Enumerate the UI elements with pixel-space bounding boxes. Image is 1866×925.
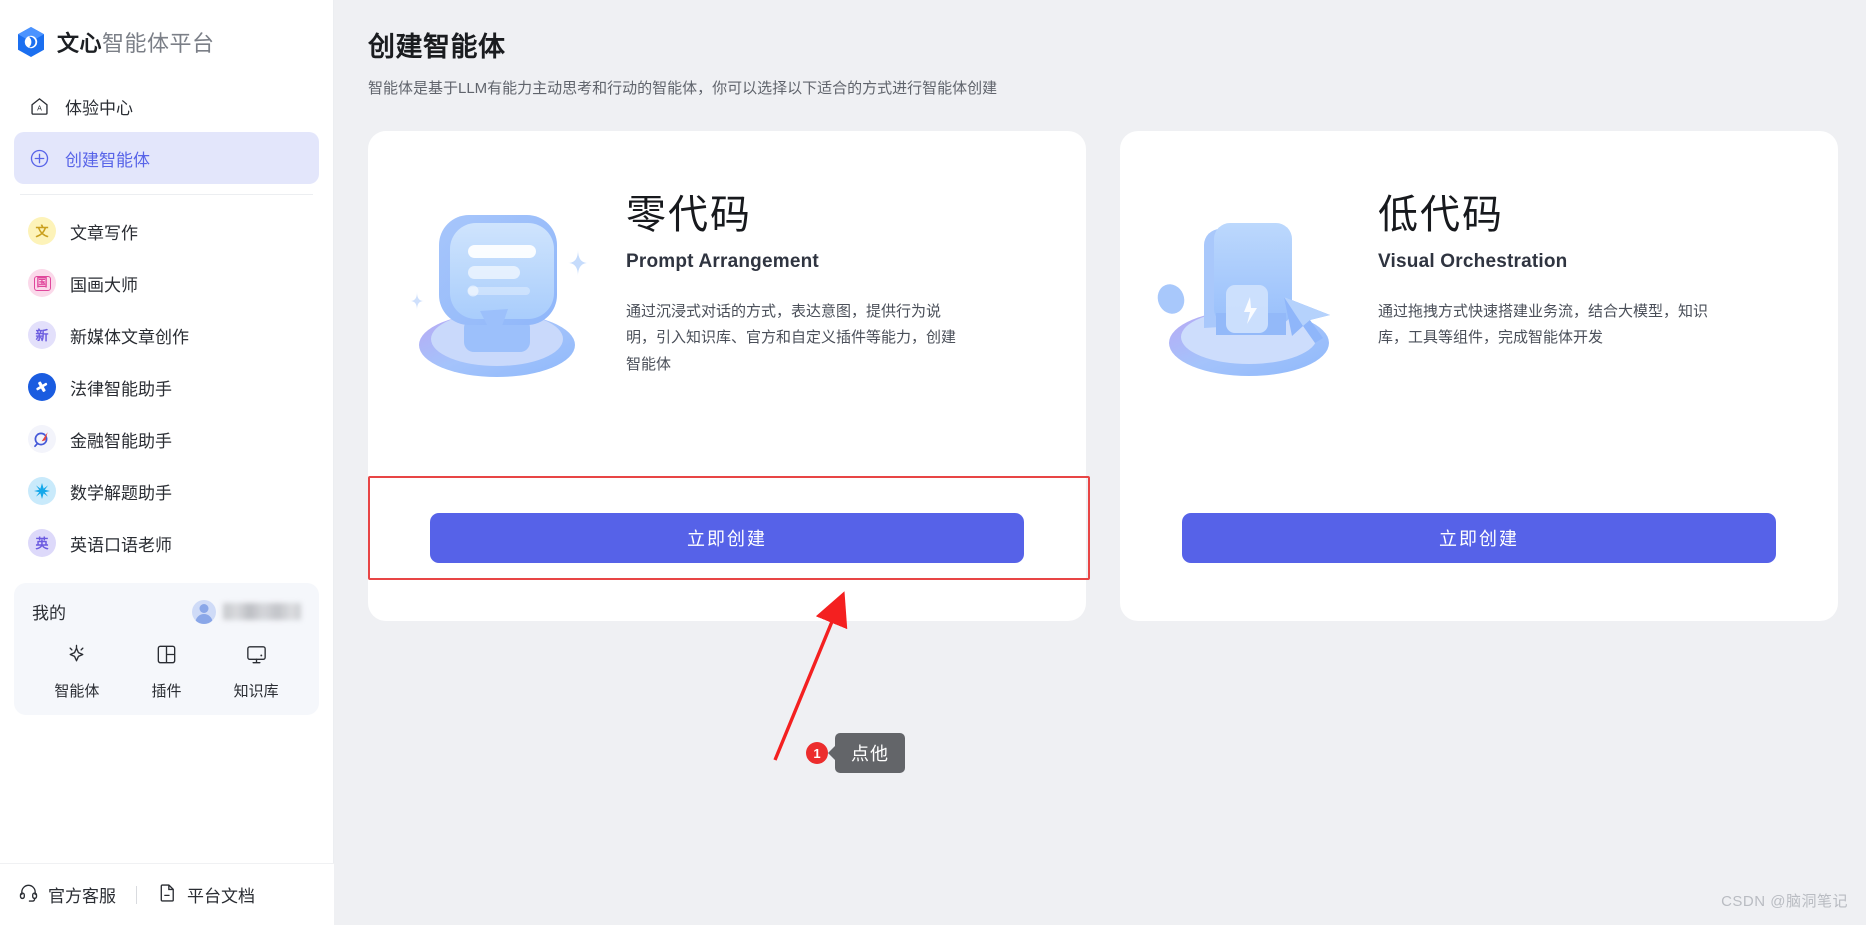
list-item-label: 新媒体文章创作 — [70, 327, 189, 347]
watermark: CSDN @脑洞笔记 — [1721, 893, 1848, 910]
brand-title-light: 智能体平台 — [102, 31, 215, 56]
brand[interactable]: 文心智能体平台 — [0, 0, 333, 66]
sidebar-item-experience-center[interactable]: A 体验中心 — [14, 80, 319, 132]
list-item-label: 金融智能助手 — [70, 431, 172, 451]
page-subtitle: 智能体是基于LLM有能力主动思考和行动的智能体，你可以选择以下适合的方式进行智能… — [368, 80, 998, 97]
tile-knowledge-base[interactable]: 知识库 — [211, 642, 301, 701]
list-item-label: 文章写作 — [70, 223, 138, 243]
list-item-label: 国画大师 — [70, 275, 138, 295]
plus-circle-icon — [28, 147, 50, 169]
card-text: 低代码 Visual Orchestration 通过拖拽方式快速搭建业务流，结… — [1378, 193, 1838, 352]
tile-agents[interactable]: 智能体 — [32, 642, 122, 701]
home-icon: A — [28, 95, 50, 117]
card-subtitle: Visual Orchestration — [1378, 251, 1568, 272]
plugin-panel-icon — [154, 642, 179, 671]
agent-list: 文 文章写作 国 国画大师 新 新媒体文章创作 法律智能助手 金融智能助手 数学… — [0, 195, 333, 569]
chat-bubble-3d-illustration-icon — [368, 193, 626, 383]
list-item[interactable]: 数学解题助手 — [14, 465, 319, 517]
wenxin-cube-logo-icon — [16, 26, 46, 58]
mine-header: 我的 — [32, 599, 301, 624]
card-title: 零代码 — [626, 193, 752, 237]
headset-icon — [18, 882, 39, 908]
list-item-label: 数学解题助手 — [70, 483, 172, 503]
main-content: 创建智能体 智能体是基于LLM有能力主动思考和行动的智能体，你可以选择以下适合的… — [334, 0, 1866, 925]
list-item[interactable]: 新 新媒体文章创作 — [14, 309, 319, 361]
card-title: 低代码 — [1378, 193, 1504, 237]
mine-card: 我的 智能体 插件 知识库 — [14, 583, 319, 715]
card-subtitle: Prompt Arrangement — [626, 251, 819, 272]
tile-plugins[interactable]: 插件 — [122, 642, 212, 701]
agent-avatar-icon: 文 — [28, 217, 56, 245]
document-icon — [157, 882, 178, 908]
sidebar-item-label: 体验中心 — [65, 98, 133, 118]
app-root: 文心智能体平台 A 体验中心 创建智能体 文 文章写作 国 国画大师 新 新媒体… — [0, 0, 1866, 925]
card-text: 零代码 Prompt Arrangement 通过沉浸式对话的方式，表达意图，提… — [626, 193, 1086, 378]
list-item-label: 法律智能助手 — [70, 379, 172, 399]
username-masked — [223, 603, 301, 620]
user-avatar-icon — [192, 599, 216, 624]
card-low-code[interactable]: 低代码 Visual Orchestration 通过拖拽方式快速搭建业务流，结… — [1120, 131, 1838, 621]
monitor-icon — [244, 642, 269, 671]
official-support-link[interactable]: 官方客服 — [18, 882, 116, 908]
sidebar-footer: 官方客服 平台文档 — [0, 863, 334, 925]
card-description: 通过拖拽方式快速搭建业务流，结合大模型，知识库，工具等组件，完成智能体开发 — [1378, 303, 1709, 347]
list-item-label: 英语口语老师 — [70, 535, 172, 555]
card-top: 零代码 Prompt Arrangement 通过沉浸式对话的方式，表达意图，提… — [368, 131, 1086, 383]
agent-avatar-icon: 英 — [28, 529, 56, 557]
agent-avatar-icon: 新 — [28, 321, 56, 349]
tile-label: 知识库 — [233, 683, 279, 700]
sparkle-icon — [64, 642, 89, 671]
page-title: 创建智能体 — [368, 32, 506, 62]
agent-avatar-icon — [28, 477, 56, 505]
card-description: 通过沉浸式对话的方式，表达意图，提供行为说明，引入知识库、官方和自定义插件等能力… — [626, 303, 957, 373]
list-item[interactable]: 文 文章写作 — [14, 205, 319, 257]
agent-avatar-icon: 国 — [28, 269, 56, 297]
footer-separator — [136, 885, 137, 904]
create-options: 零代码 Prompt Arrangement 通过沉浸式对话的方式，表达意图，提… — [368, 131, 1838, 621]
brand-title-bold: 文心 — [57, 31, 103, 56]
svg-text:A: A — [37, 104, 42, 112]
tile-label: 插件 — [151, 683, 182, 700]
brand-title: 文心智能体平台 — [57, 26, 215, 58]
create-button-wrap: 立即创建 — [1120, 513, 1838, 621]
list-item[interactable]: 金融智能助手 — [14, 413, 319, 465]
create-now-button-low-code[interactable]: 立即创建 — [1182, 513, 1776, 563]
footer-link-label: 平台文档 — [187, 887, 255, 906]
primary-nav: A 体验中心 创建智能体 — [0, 66, 333, 184]
sidebar-item-create-agent[interactable]: 创建智能体 — [14, 132, 319, 184]
list-item[interactable]: 国 国画大师 — [14, 257, 319, 309]
card-zero-code[interactable]: 零代码 Prompt Arrangement 通过沉浸式对话的方式，表达意图，提… — [368, 131, 1090, 621]
user-profile[interactable] — [192, 599, 301, 624]
footer-link-label: 官方客服 — [48, 887, 116, 906]
list-item[interactable]: 英 英语口语老师 — [14, 517, 319, 569]
sidebar: 文心智能体平台 A 体验中心 创建智能体 文 文章写作 国 国画大师 新 新媒体… — [0, 0, 334, 925]
sidebar-item-label: 创建智能体 — [65, 150, 150, 170]
drag-drop-3d-illustration-icon — [1120, 193, 1378, 383]
list-item[interactable]: 法律智能助手 — [14, 361, 319, 413]
agent-avatar-icon — [28, 425, 56, 453]
mine-label: 我的 — [32, 604, 66, 623]
create-button-highlight-box: 立即创建 — [368, 476, 1090, 621]
agent-avatar-icon — [28, 373, 56, 401]
create-now-button-zero-code[interactable]: 立即创建 — [430, 513, 1024, 563]
tile-label: 智能体 — [54, 683, 100, 700]
card-top: 低代码 Visual Orchestration 通过拖拽方式快速搭建业务流，结… — [1120, 131, 1838, 383]
mine-tiles: 智能体 插件 知识库 — [32, 642, 301, 701]
platform-docs-link[interactable]: 平台文档 — [157, 882, 255, 908]
